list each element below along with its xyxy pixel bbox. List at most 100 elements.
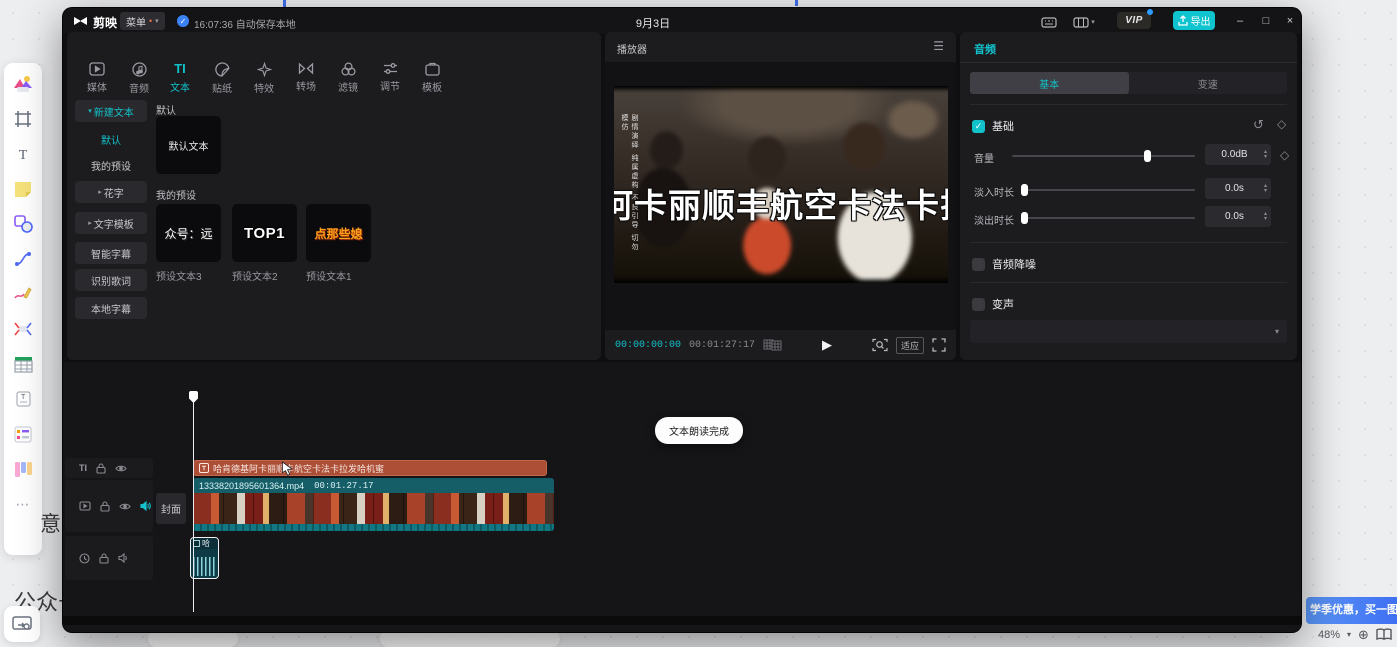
preset-card-1[interactable]: 点那些媳: [306, 204, 371, 262]
frame-icon[interactable]: [12, 108, 34, 130]
notification-dot-icon: •: [149, 16, 152, 26]
mindmap-icon[interactable]: [12, 318, 34, 340]
volume-slider[interactable]: [1012, 155, 1195, 157]
frame-zoom-icon[interactable]: [872, 338, 888, 352]
voice-change-checkbox[interactable]: [972, 298, 985, 311]
stepper-icon[interactable]: ▴▾: [1264, 212, 1271, 222]
tab-transitions[interactable]: 转场: [285, 62, 327, 96]
connector-icon[interactable]: [12, 248, 34, 270]
sidebar-item-new-text[interactable]: ▾ 新建文本: [75, 100, 147, 122]
tab-audio[interactable]: 音频: [118, 62, 160, 96]
text-tool-icon[interactable]: T: [12, 143, 34, 165]
preset-card-2[interactable]: TOP1: [232, 204, 297, 262]
promo-banner[interactable]: 学季优惠，买一图一: [1306, 597, 1397, 624]
denoise-row: 音频降噪: [972, 256, 1036, 272]
tab-adjust[interactable]: 调节: [369, 62, 411, 96]
fit-button[interactable]: 适应: [896, 337, 924, 354]
tab-speed[interactable]: 变速: [1129, 72, 1288, 94]
denoise-checkbox[interactable]: [972, 258, 985, 271]
basic-group-row: ✓ 基础: [972, 118, 1014, 134]
table-icon[interactable]: [12, 353, 34, 375]
voice-effect-dropdown[interactable]: ▾: [970, 320, 1287, 343]
speaker-on-icon[interactable]: [140, 501, 151, 511]
speaker-icon[interactable]: [118, 553, 129, 563]
maximize-button[interactable]: □: [1255, 8, 1277, 34]
lock-icon[interactable]: [96, 463, 106, 474]
vip-badge[interactable]: VIP: [1117, 12, 1151, 29]
sidebar-item-fancy-text[interactable]: ▸ 花字: [75, 181, 147, 203]
fullscreen-icon[interactable]: [932, 338, 946, 352]
cover-button[interactable]: 封面: [156, 493, 186, 524]
sidebar-item-text-templates[interactable]: ▸ 文字模板: [75, 212, 147, 234]
present-button[interactable]: [4, 606, 40, 642]
media-icon: [89, 62, 105, 76]
stepper-icon[interactable]: ▴▾: [1264, 150, 1271, 160]
pen-icon[interactable]: [12, 283, 34, 305]
fade-in-slider-thumb[interactable]: [1021, 184, 1028, 196]
keyframe-diamond-icon[interactable]: ◇: [1277, 117, 1286, 131]
text-track-header: TI: [65, 458, 153, 478]
fade-out-slider-thumb[interactable]: [1021, 212, 1028, 224]
volume-slider-thumb[interactable]: [1144, 150, 1151, 162]
sidebar-item-my-presets[interactable]: 我的预设: [75, 154, 147, 176]
zoom-percent[interactable]: 48%: [1318, 629, 1340, 641]
shapes-icon[interactable]: [12, 213, 34, 235]
close-button[interactable]: ×: [1279, 8, 1301, 34]
frame-grid-icon[interactable]: [763, 339, 782, 351]
video-preview[interactable]: 剧情演绎 纯属虚构 不良引导 切勿模仿 阿卡丽顺丰航空卡法卡拉: [614, 86, 948, 283]
tab-filters[interactable]: 滤镜: [327, 62, 369, 96]
fade-out-value-box[interactable]: 0.0s ▴▾: [1205, 206, 1271, 227]
titlebar: 剪映 菜单 • ▾ ✓ 16:07:36 自动保存本地 9月3日 ▾ VIP 导…: [63, 8, 1301, 34]
tab-basic[interactable]: 基本: [970, 72, 1129, 94]
fade-in-slider[interactable]: [1022, 189, 1195, 191]
audio-track-icon: [79, 553, 90, 564]
sidebar-item-lyrics-recognition[interactable]: 识别歌词: [75, 269, 147, 291]
playhead-line[interactable]: [193, 391, 194, 612]
volume-value-box[interactable]: 0.0dB ▴▾: [1205, 144, 1271, 165]
fade-out-slider[interactable]: [1022, 217, 1195, 219]
basic-checkbox[interactable]: ✓: [972, 120, 985, 133]
card-list-icon[interactable]: [12, 423, 34, 445]
tab-effects[interactable]: 特效: [243, 62, 285, 96]
video-clip[interactable]: 13338201895601364.mp4 00:01.27.17: [193, 478, 554, 531]
player-menu-icon[interactable]: ☰: [933, 39, 944, 53]
keyframe-diamond-icon[interactable]: ◇: [1280, 148, 1289, 162]
kanban-icon[interactable]: [12, 458, 34, 480]
default-text-card[interactable]: 默认文本: [156, 116, 221, 174]
total-time: 00:01:27:17: [689, 340, 755, 351]
tab-sticker[interactable]: 贴纸: [201, 62, 243, 96]
book-icon[interactable]: [1376, 628, 1392, 641]
sticky-note-icon[interactable]: [12, 178, 34, 200]
more-icon[interactable]: ⋯: [12, 493, 34, 515]
tab-templates[interactable]: 模板: [411, 62, 453, 96]
play-button[interactable]: ▶: [790, 337, 864, 353]
minimize-button[interactable]: –: [1229, 8, 1251, 34]
sidebar-item-default[interactable]: 默认: [75, 128, 147, 150]
sidebar-item-smart-captions[interactable]: 智能字幕: [75, 242, 147, 264]
preset-card-3[interactable]: 众号：远: [156, 204, 221, 262]
menu-button[interactable]: 菜单 • ▾: [120, 12, 165, 30]
capcut-window: 剪映 菜单 • ▾ ✓ 16:07:36 自动保存本地 9月3日 ▾ VIP 导…: [63, 8, 1301, 632]
lock-icon[interactable]: [100, 501, 110, 512]
reset-icon[interactable]: ↺: [1253, 117, 1264, 133]
document-icon[interactable]: T: [12, 388, 34, 410]
tab-media[interactable]: 媒体: [76, 62, 118, 96]
export-button[interactable]: 导出: [1173, 11, 1215, 30]
text-clip[interactable]: 哈肯德基阿卡丽顺丰航空卡法卡拉发哈机蜜: [193, 460, 547, 476]
shortcut-keyboard-button[interactable]: [1039, 12, 1059, 32]
timeline-scrollbar[interactable]: [63, 616, 1301, 625]
tab-text[interactable]: TI 文本: [159, 62, 201, 96]
image-icon[interactable]: [12, 73, 34, 95]
video-clip-audio-strip: [193, 524, 554, 531]
sidebar-item-local-captions[interactable]: 本地字幕: [75, 297, 147, 319]
eye-icon[interactable]: [119, 502, 131, 511]
stepper-icon[interactable]: ▴▾: [1264, 184, 1271, 194]
chevron-down-icon[interactable]: ▾: [1347, 630, 1351, 639]
audio-clip[interactable]: 哈: [190, 537, 219, 579]
zoom-in-icon[interactable]: ⊕: [1358, 627, 1369, 643]
lock-icon[interactable]: [99, 553, 109, 564]
eye-icon[interactable]: [115, 464, 127, 473]
preset-card-3-label: 预设文本3: [156, 268, 202, 283]
fade-in-value-box[interactable]: 0.0s ▴▾: [1205, 178, 1271, 199]
layout-switch-button[interactable]: ▾: [1069, 12, 1099, 32]
